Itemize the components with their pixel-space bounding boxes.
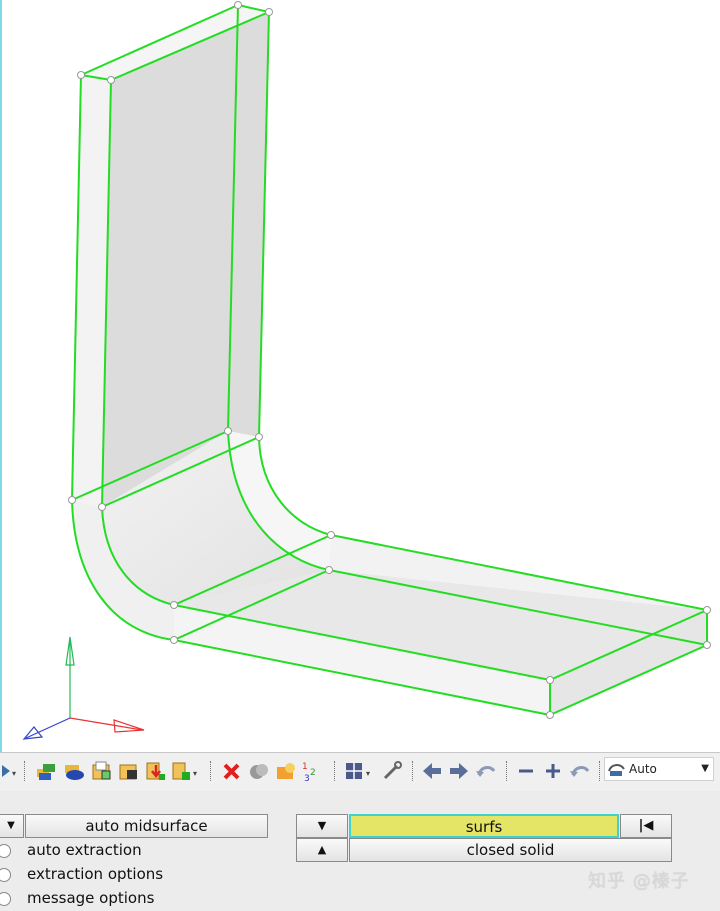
radio-auto-extraction[interactable] (0, 844, 11, 858)
display-style-icon (608, 764, 625, 776)
show-all-icon[interactable]: 123 (300, 759, 324, 783)
mask-icon[interactable] (247, 759, 271, 783)
svg-text:▾: ▾ (12, 769, 16, 778)
toolbar-separator (506, 761, 508, 781)
option-auto-extraction[interactable]: auto extraction (0, 841, 142, 859)
svg-text:1: 1 (302, 762, 308, 772)
component-shade-icon[interactable] (62, 759, 86, 783)
tools-icon[interactable] (380, 759, 404, 783)
unmask-icon[interactable] (274, 759, 298, 783)
rotate-icon[interactable] (568, 759, 592, 783)
import-icon[interactable] (144, 759, 168, 783)
delete-icon[interactable] (220, 759, 244, 783)
export-icon[interactable]: ▾ (170, 759, 200, 783)
save-model-icon[interactable] (117, 759, 141, 783)
watermark: 知乎 @榛子 (588, 871, 690, 892)
model-view (22, 1, 711, 740)
display-mode-label: Auto (629, 762, 657, 776)
option-message-options[interactable]: message options (0, 889, 154, 907)
panel-menu-dropdown[interactable]: ▼ (0, 814, 24, 838)
component-color-icon[interactable] (34, 759, 58, 783)
toolbar-separator (334, 761, 336, 781)
axis-triad (22, 636, 145, 740)
vertical-plate-side (102, 12, 269, 507)
select-icon[interactable]: ▾ (0, 759, 18, 783)
toolbar-separator (412, 761, 414, 781)
chevron-down-icon: ▼ (701, 763, 709, 774)
svg-text:2: 2 (310, 768, 316, 778)
svg-text:▾: ▾ (193, 769, 197, 778)
zoom-in-icon[interactable] (541, 759, 565, 783)
next-view-icon[interactable] (447, 759, 471, 783)
midsurface-panel: ▼ auto midsurface ▼ surfs |◀ ▲ closed so… (0, 791, 720, 911)
svg-text:3: 3 (304, 774, 310, 783)
undo-view-icon[interactable] (474, 759, 498, 783)
svg-text:▾: ▾ (366, 769, 370, 778)
option-extraction-options[interactable]: extraction options (0, 865, 163, 883)
entity-subtype-toggle[interactable]: ▲ (296, 838, 348, 862)
entity-selector-surfs[interactable]: surfs (349, 814, 619, 838)
view-layout-icon[interactable]: ▾ (344, 759, 376, 783)
graphics-viewport[interactable] (0, 0, 720, 752)
entity-type-dropdown[interactable]: ▼ (296, 814, 348, 838)
radio-message-options[interactable] (0, 892, 11, 906)
toolbar-separator (210, 761, 212, 781)
mode-selector-button[interactable]: auto midsurface (25, 814, 268, 838)
toolbar-separator (599, 761, 601, 781)
previous-view-icon[interactable] (420, 759, 444, 783)
zoom-out-icon[interactable] (514, 759, 538, 783)
entity-subtype-button[interactable]: closed solid (349, 838, 672, 862)
load-model-icon[interactable] (90, 759, 114, 783)
reset-selection-icon[interactable]: |◀ (620, 814, 672, 838)
toolbar-separator (24, 761, 26, 781)
display-mode-select[interactable]: Auto ▼ (604, 757, 714, 781)
radio-extraction-options[interactable] (0, 868, 11, 882)
